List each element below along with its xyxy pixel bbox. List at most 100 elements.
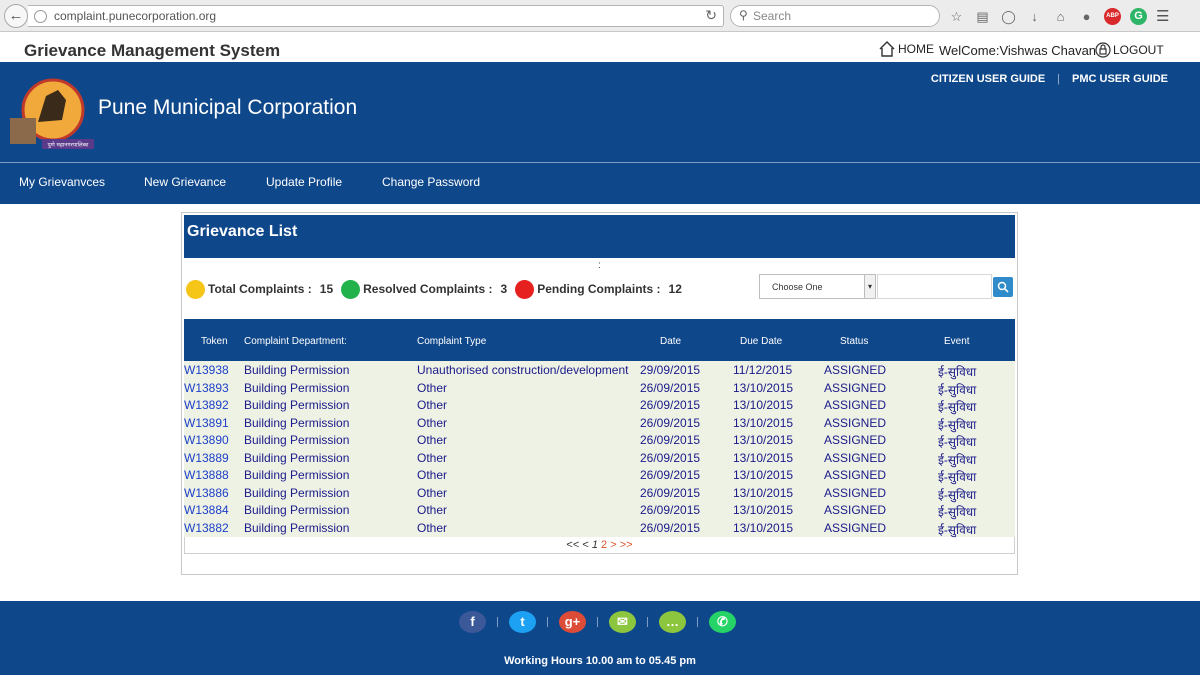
table-row[interactable]: W13893 Building Permission Other 26/09/2015… (184, 379, 1015, 397)
table-row[interactable]: W13889 Building Permission Other 26/09/2015… (184, 449, 1015, 467)
event-cell: ई-सुविधा (938, 365, 977, 379)
resolved-dot-icon (341, 279, 361, 299)
table-row[interactable]: W13938 Building Permission Unauthorised co… (184, 361, 1015, 379)
token-link[interactable]: W13882 (184, 521, 229, 535)
nav-my-grievances[interactable]: My Grievanvces (19, 175, 105, 189)
token-link[interactable]: W13938 (184, 363, 229, 377)
event-cell: ई-सुविधा (938, 487, 977, 502)
search-button[interactable] (993, 277, 1013, 297)
prev-page-link[interactable]: < (582, 539, 588, 551)
token-link[interactable]: W13888 (184, 468, 229, 482)
token-link[interactable]: W13889 (184, 451, 229, 465)
date-cell: 26/09/2015 (640, 380, 701, 395)
col-status: Status (840, 336, 869, 347)
chat-icon[interactable]: ● (1078, 8, 1095, 25)
nav-change-password[interactable]: Change Password (382, 175, 480, 189)
department-cell: Building Permission (244, 503, 350, 517)
pmc-user-guide-link[interactable]: PMC USER GUIDE (1072, 73, 1168, 85)
table-row[interactable]: W13886 Building Permission Other 26/09/2015… (184, 484, 1015, 502)
menu-icon[interactable]: ☰ (1156, 7, 1173, 25)
adblock-icon[interactable]: ABP (1104, 7, 1121, 25)
token-link[interactable]: W13893 (184, 381, 229, 395)
complaint-type-cell: Other (417, 398, 448, 412)
table-row[interactable]: W13888 Building Permission Other 26/09/2015… (184, 466, 1015, 484)
search-input[interactable] (877, 274, 992, 299)
table-row[interactable]: W13882 Building Permission Other 26/09/2015… (184, 519, 1015, 537)
whatsapp-icon[interactable]: ✆ (709, 611, 736, 633)
due-date-cell: 13/10/2015 (733, 380, 794, 395)
pending-label: Pending Complaints : (537, 282, 661, 296)
back-arrow-icon[interactable]: ← (4, 4, 28, 28)
token-link[interactable]: W13884 (184, 503, 229, 517)
main-nav: My Grievanvces New Grievance Update Prof… (0, 163, 1200, 204)
complaint-type-cell: Unauthorised construction/development (417, 363, 629, 377)
home-icon[interactable]: ⌂ (1052, 8, 1069, 25)
browser-search-input[interactable]: ⚲ Search (730, 5, 940, 27)
status-cell: ASSIGNED (824, 503, 887, 517)
google-plus-icon[interactable]: g+ (559, 611, 586, 633)
twitter-icon[interactable]: t (509, 611, 536, 633)
due-date-cell: 13/10/2015 (733, 503, 794, 517)
bookmark-star-icon[interactable]: ☆ (948, 8, 965, 25)
table-row[interactable]: W13890 Building Permission Other 26/09/2015… (184, 431, 1015, 449)
table-row[interactable]: W13891 Building Permission Other 26/09/2015… (184, 414, 1015, 432)
department-cell: Building Permission (244, 415, 350, 430)
browser-toolbar: ← complaint.punecorporation.org ↻ ⚲ Sear… (0, 0, 1200, 32)
event-cell: ई-सुविधा (938, 435, 977, 449)
social-separator (547, 617, 548, 627)
facebook-icon[interactable]: f (459, 611, 486, 633)
pocket-icon[interactable]: ◯ (1000, 8, 1017, 25)
grammarly-icon[interactable]: G (1130, 7, 1147, 25)
reload-icon[interactable]: ↻ (705, 7, 717, 24)
date-cell: 26/09/2015 (640, 450, 701, 465)
token-link[interactable]: W13886 (184, 486, 229, 500)
next-page-link[interactable]: > (610, 539, 616, 551)
lock-icon (1095, 42, 1111, 58)
logo-caption: पुणे महानगरपालिका (48, 141, 89, 149)
date-cell: 29/09/2015 (640, 363, 701, 377)
token-link[interactable]: W13891 (184, 416, 229, 430)
social-separator (597, 617, 598, 627)
page-2-link[interactable]: 2 (601, 539, 607, 551)
separator-colon: : (598, 260, 601, 271)
event-cell: ई-सुविधा (938, 522, 977, 537)
due-date-cell: 13/10/2015 (733, 485, 794, 500)
working-hours: Working Hours 10.00 am to 05.45 pm (504, 655, 696, 667)
token-link[interactable]: W13892 (184, 398, 229, 412)
token-link[interactable]: W13890 (184, 433, 229, 447)
citizen-user-guide-link[interactable]: CITIZEN USER GUIDE (931, 73, 1045, 85)
nav-new-grievance[interactable]: New Grievance (144, 175, 226, 189)
due-date-cell: 13/10/2015 (733, 433, 794, 447)
social-separator (697, 617, 698, 627)
url-text: complaint.punecorporation.org (54, 9, 217, 23)
col-event: Event (944, 336, 970, 347)
table-row[interactable]: W13892 Building Permission Other 26/09/2015… (184, 396, 1015, 414)
home-label: HOME (898, 42, 934, 56)
download-icon[interactable]: ↓ (1026, 8, 1043, 25)
reading-list-icon[interactable]: ▤ (974, 8, 991, 25)
filter-select[interactable]: Choose One ▾ (759, 274, 876, 299)
complaint-type-cell: Other (417, 380, 448, 395)
sms-icon[interactable]: … (659, 611, 686, 633)
address-bar[interactable]: complaint.punecorporation.org ↻ (28, 5, 724, 27)
due-date-cell: 11/12/2015 (733, 363, 793, 377)
page-1-current: 1 (591, 539, 598, 551)
chevron-down-icon: ▾ (864, 275, 875, 298)
total-label: Total Complaints : (208, 282, 312, 296)
welcome-text: WelCome:Vishwas Chavan (939, 43, 1097, 58)
site-title: Grievance Management System (24, 41, 281, 60)
status-cell: ASSIGNED (824, 415, 887, 430)
last-page-link[interactable]: >> (620, 539, 633, 551)
email-icon[interactable]: ✉ (609, 611, 636, 633)
col-token: Token (201, 336, 228, 347)
first-page-link[interactable]: << (566, 539, 579, 551)
status-cell: ASSIGNED (824, 468, 887, 482)
pending-dot-icon (515, 279, 535, 299)
table-row[interactable]: W13884 Building Permission Other 26/09/2015… (184, 501, 1015, 519)
pmc-logo[interactable]: पुणे महानगरपालिका (8, 72, 98, 152)
col-department: Complaint Department: (244, 336, 347, 347)
guide-separator: | (1057, 73, 1061, 85)
home-link[interactable]: HOME (878, 41, 934, 57)
nav-update-profile[interactable]: Update Profile (266, 175, 342, 189)
logout-link[interactable]: LOGOUT (1095, 42, 1164, 58)
